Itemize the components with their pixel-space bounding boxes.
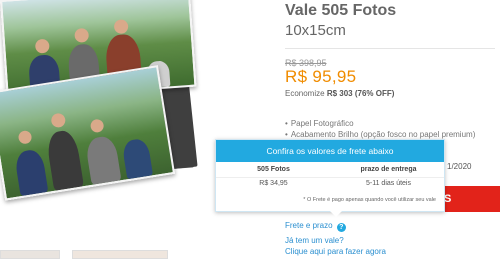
- person-head: [34, 38, 50, 54]
- person-head: [89, 118, 105, 134]
- savings-label: Economize: [285, 89, 325, 98]
- feature-list: Papel Fotográfico Acabamento Brilho (opç…: [285, 118, 476, 140]
- question-icon[interactable]: ?: [336, 223, 346, 232]
- divider: [285, 48, 495, 49]
- buy-button[interactable]: S: [442, 186, 500, 212]
- product-photo-stack: [0, 0, 250, 259]
- use-voucher-link[interactable]: Clique aqui para fazer agora: [285, 247, 386, 256]
- column-header: 505 Fotos: [257, 166, 290, 173]
- person-head: [17, 129, 33, 145]
- person-head: [50, 112, 67, 129]
- person-figure: [84, 134, 122, 185]
- freight-link-label[interactable]: Frete e prazo: [285, 221, 333, 230]
- person-head: [113, 19, 129, 35]
- current-price: R$ 95,95: [285, 67, 357, 86]
- person-figure: [121, 137, 154, 180]
- freight-price: R$ 34,95: [259, 180, 288, 187]
- person-figure: [13, 148, 49, 197]
- validity-date-fragment: 1/2020: [447, 162, 472, 171]
- savings-text: Economize R$ 303 (76% OFF): [285, 89, 394, 98]
- tooltip-arrow: [330, 211, 342, 217]
- family-photo-bottom: [0, 65, 176, 201]
- feature-item: Papel Fotográfico: [285, 118, 475, 129]
- person-figure: [45, 128, 84, 191]
- product-size: 10x15cm: [285, 22, 346, 39]
- freight-tooltip: Confira os valores de frete abaixo 505 F…: [215, 139, 445, 217]
- person-head: [74, 27, 90, 43]
- have-voucher-link[interactable]: Já tem um vale?: [285, 236, 344, 245]
- delivery-time: 5-11 dias úteis: [365, 180, 411, 187]
- product-title: Vale 505 Fotos: [285, 2, 397, 19]
- savings-value: R$ 303 (76% OFF): [326, 89, 395, 98]
- column-header: prazo de entrega: [360, 166, 417, 173]
- freight-link[interactable]: Frete e prazo ?: [285, 221, 346, 232]
- freight-tooltip-header: Confira os valores de frete abaixo: [216, 140, 444, 162]
- freight-note: * O Frete é pago apenas quando você util…: [303, 197, 436, 203]
- gallery-thumbnail[interactable]: [0, 250, 60, 259]
- freight-table-header: 505 Fotos prazo de entrega: [216, 165, 444, 178]
- freight-table-row: R$ 34,95 5-11 dias úteis: [216, 179, 444, 192]
- gallery-thumbnail[interactable]: [72, 250, 168, 259]
